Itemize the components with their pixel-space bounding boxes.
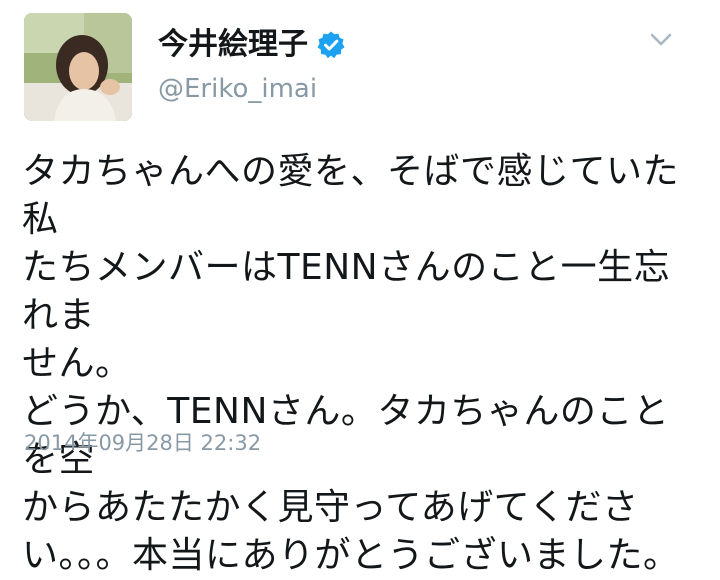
tweet-timestamp[interactable]: 2014年09月28日 22:32 <box>24 428 261 458</box>
author-name-row[interactable]: 今井絵理子 <box>158 26 346 64</box>
author-display-name[interactable]: 今井絵理子 <box>158 26 308 64</box>
verified-badge-icon <box>316 30 346 60</box>
avatar[interactable] <box>24 13 132 121</box>
tweet-card: 今井絵理子 @Eriko_imai タカちゃんへの愛を、そばで感じていた私 たち… <box>0 0 720 576</box>
chevron-down-icon[interactable] <box>648 30 674 50</box>
author-handle[interactable]: @Eriko_imai <box>158 72 317 106</box>
avatar-photo <box>24 13 132 121</box>
tweet-text: タカちゃんへの愛を、そばで感じていた私 たちメンバーはTENNさんのこと一生忘れ… <box>22 151 680 576</box>
